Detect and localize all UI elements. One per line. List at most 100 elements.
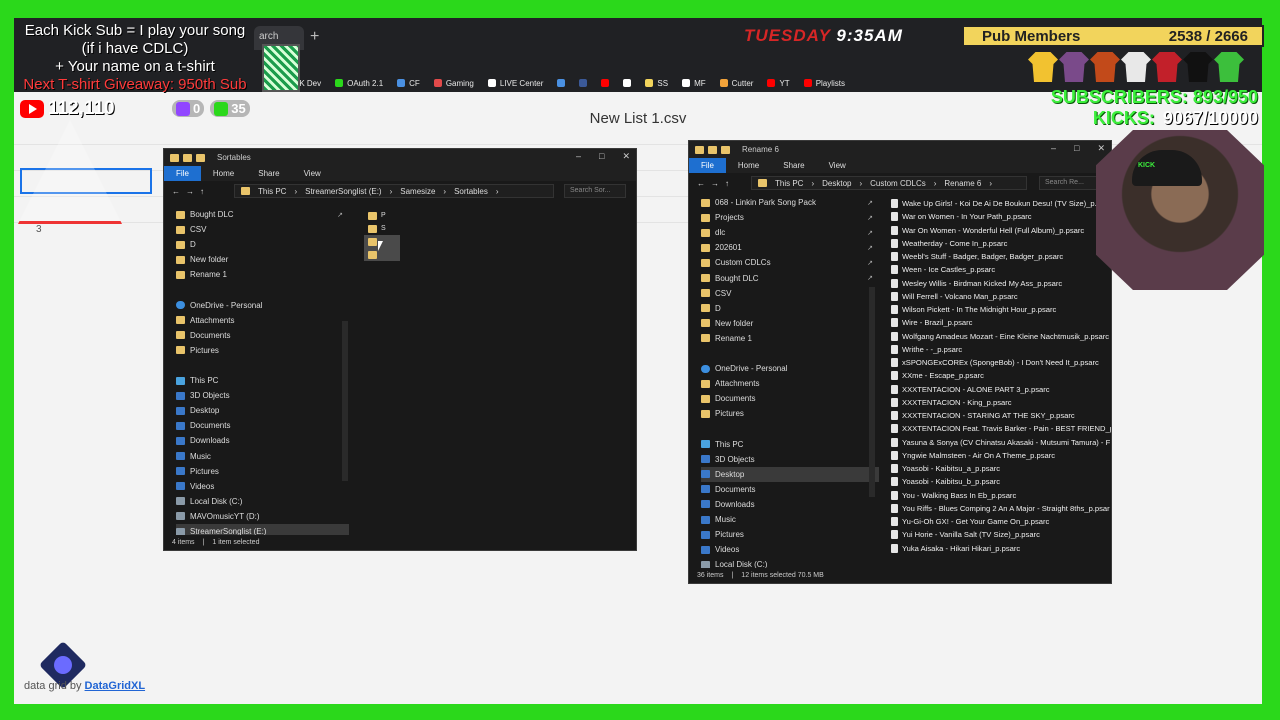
nav-item[interactable]: Music xyxy=(176,449,349,464)
nav-item[interactable]: CSV xyxy=(701,286,879,301)
nav-item[interactable]: Documents xyxy=(176,418,349,433)
file-item[interactable]: Yasuna & Sonya (CV Chinatsu Akasaki - Mu… xyxy=(887,436,1111,449)
file-item[interactable]: Writhe - -_p.psarc xyxy=(887,343,1111,356)
nav-item[interactable]: 3D Objects xyxy=(701,452,879,467)
nav-item[interactable]: Pictures xyxy=(176,464,349,479)
bookmark-item[interactable] xyxy=(579,74,588,92)
nav-item[interactable]: 068 - Linkin Park Song Pack ↗ xyxy=(701,195,879,210)
nav-item[interactable]: dlc ↗ xyxy=(701,225,879,240)
breadcrumb-segment[interactable]: Rename 6 xyxy=(944,179,981,188)
ribbon-tab-view[interactable]: View xyxy=(292,169,333,178)
nav-item[interactable]: Pictures xyxy=(701,527,879,542)
nav-item[interactable]: This PC xyxy=(701,437,879,452)
nav-item[interactable]: Projects ↗ xyxy=(701,210,879,225)
file-item[interactable]: War on Women - In Your Path_p.psarc xyxy=(887,210,1111,223)
ribbon-tab-file[interactable]: File xyxy=(164,166,201,181)
nav-item[interactable]: Custom CDLCs ↗ xyxy=(701,255,879,270)
nav-scrollbar[interactable] xyxy=(342,321,348,481)
ribbon-tab-home[interactable]: Home xyxy=(726,161,771,170)
file-item[interactable]: Will Ferrell - Volcano Man_p.psarc xyxy=(887,290,1111,303)
search-input[interactable]: Search Sor... xyxy=(564,184,626,198)
nav-item[interactable]: Documents xyxy=(701,391,879,406)
nav-item[interactable]: Attachments xyxy=(176,313,349,328)
breadcrumb-segment[interactable]: Samesize xyxy=(400,187,435,196)
datagridxl-link[interactable]: DataGridXL xyxy=(85,680,146,692)
nav-item[interactable]: New folder xyxy=(176,252,349,267)
window-titlebar[interactable]: Rename 6 – □ ✕ xyxy=(689,141,1111,158)
file-item[interactable]: You Riffs - Blues Comping 2 An A Major -… xyxy=(887,502,1111,515)
nav-item[interactable]: Videos xyxy=(176,479,349,494)
nav-item[interactable]: MAVOmusicYT (D:) xyxy=(176,509,349,524)
bookmark-item[interactable]: MF xyxy=(682,74,706,92)
folder-item[interactable]: P xyxy=(364,209,634,222)
minimize-icon[interactable]: – xyxy=(1051,143,1056,154)
file-item[interactable]: XXXTENTACION - King_p.psarc xyxy=(887,396,1111,409)
address-bar[interactable]: This PC › Desktop › Custom CDLCs › Rename 6 › xyxy=(751,176,1027,190)
new-tab-button[interactable]: + xyxy=(310,28,319,46)
nav-item[interactable]: CSV xyxy=(176,222,349,237)
bookmark-item[interactable]: SS xyxy=(645,74,668,92)
back-arrow-icon[interactable]: ← xyxy=(172,187,180,196)
file-item[interactable]: Wire - Brazil_p.psarc xyxy=(887,316,1111,329)
maximize-icon[interactable]: □ xyxy=(599,151,604,162)
file-item[interactable]: Wolfgang Amadeus Mozart - Eine Kleine Na… xyxy=(887,330,1111,343)
nav-item[interactable]: Downloads xyxy=(701,497,879,512)
breadcrumb-segment[interactable]: StreamerSonglist (E:) xyxy=(305,187,381,196)
nav-item[interactable]: Downloads xyxy=(176,433,349,448)
close-icon[interactable]: ✕ xyxy=(1097,143,1105,154)
close-icon[interactable]: ✕ xyxy=(622,151,630,162)
nav-item[interactable]: OneDrive - Personal xyxy=(701,361,879,376)
nav-item[interactable]: 202601 ↗ xyxy=(701,240,879,255)
file-item[interactable]: Wesley Willis - Birdman Kicked My Ass_p.… xyxy=(887,277,1111,290)
address-bar[interactable]: This PC › StreamerSonglist (E:) › Samesize › S… xyxy=(234,184,554,198)
file-item[interactable]: Yoasobi - Kaibitsu_b_p.psarc xyxy=(887,475,1111,488)
forward-arrow-icon[interactable]: → xyxy=(186,187,194,196)
nav-item[interactable]: Rename 1 xyxy=(176,267,349,282)
nav-item[interactable]: Music xyxy=(701,512,879,527)
breadcrumb-segment[interactable]: Desktop xyxy=(822,179,851,188)
nav-item[interactable]: Videos xyxy=(701,542,879,557)
up-arrow-icon[interactable]: ↑ xyxy=(200,187,204,196)
bookmark-item[interactable]: CF xyxy=(397,74,420,92)
bookmark-item[interactable]: OAuth 2.1 xyxy=(335,74,383,92)
bookmark-item[interactable]: Gaming xyxy=(433,74,474,92)
folder-item[interactable]: S xyxy=(364,222,634,235)
ribbon-tab-share[interactable]: Share xyxy=(246,169,291,178)
breadcrumb-segment[interactable]: Sortables xyxy=(454,187,488,196)
nav-scrollbar[interactable] xyxy=(869,287,875,497)
nav-item[interactable]: Pictures xyxy=(176,343,349,358)
file-item[interactable]: Ween - Ice Castles_p.psarc xyxy=(887,263,1111,276)
file-item[interactable]: Weebl's Stuff - Badger, Badger, Badger_p… xyxy=(887,250,1111,263)
ribbon-tab-file[interactable]: File xyxy=(689,158,726,173)
file-item[interactable]: Yu-Gi-Oh GX! - Get Your Game On_p.psarc xyxy=(887,515,1111,528)
file-item[interactable]: Weatherday - Come In_p.psarc xyxy=(887,237,1111,250)
nav-item[interactable]: Bought DLC ↗ xyxy=(176,207,349,222)
breadcrumb-segment[interactable]: Custom CDLCs xyxy=(870,179,926,188)
back-arrow-icon[interactable]: ← xyxy=(697,179,705,188)
window-titlebar[interactable]: Sortables – □ ✕ xyxy=(164,149,636,166)
nav-item[interactable]: D xyxy=(176,237,349,252)
breadcrumb-segment[interactable]: This PC xyxy=(258,187,286,196)
file-item[interactable]: XXXTENTACION - ALONE PART 3_p.psarc xyxy=(887,383,1111,396)
nav-item[interactable]: Local Disk (C:) xyxy=(176,494,349,509)
file-item[interactable]: XXXTENTACION Feat. Travis Barker - Pain … xyxy=(887,422,1111,435)
file-item[interactable]: Yoasobi - Kaibitsu_a_p.psarc xyxy=(887,462,1111,475)
file-item[interactable]: Yui Horie - Vanilla Salt (TV Size)_p.psa… xyxy=(887,528,1111,541)
nav-item[interactable]: Pictures xyxy=(701,406,879,421)
file-item[interactable]: xSPONGExCOREx (SpongeBob) - I Don't Need… xyxy=(887,356,1111,369)
file-item[interactable]: Yuka Aisaka - Hikari Hikari_p.psarc xyxy=(887,542,1111,555)
nav-item[interactable]: StreamerSonglist (E:) xyxy=(176,523,349,535)
bookmark-item[interactable]: YT xyxy=(767,74,790,92)
nav-item[interactable]: Documents xyxy=(176,328,349,343)
minimize-icon[interactable]: – xyxy=(576,151,581,162)
bookmark-item[interactable] xyxy=(557,74,566,92)
nav-item[interactable]: Desktop xyxy=(701,466,879,482)
nav-item[interactable]: Bought DLC ↗ xyxy=(701,270,879,285)
file-item[interactable]: You - Walking Bass In Eb_p.psarc xyxy=(887,489,1111,502)
forward-arrow-icon[interactable]: → xyxy=(711,179,719,188)
nav-item[interactable]: Documents xyxy=(701,482,879,497)
ribbon-tab-view[interactable]: View xyxy=(817,161,858,170)
bookmark-item[interactable]: Playlists xyxy=(803,74,845,92)
file-item[interactable]: War On Women - Wonderful Hell (Full Albu… xyxy=(887,224,1111,237)
up-arrow-icon[interactable]: ↑ xyxy=(725,179,729,188)
